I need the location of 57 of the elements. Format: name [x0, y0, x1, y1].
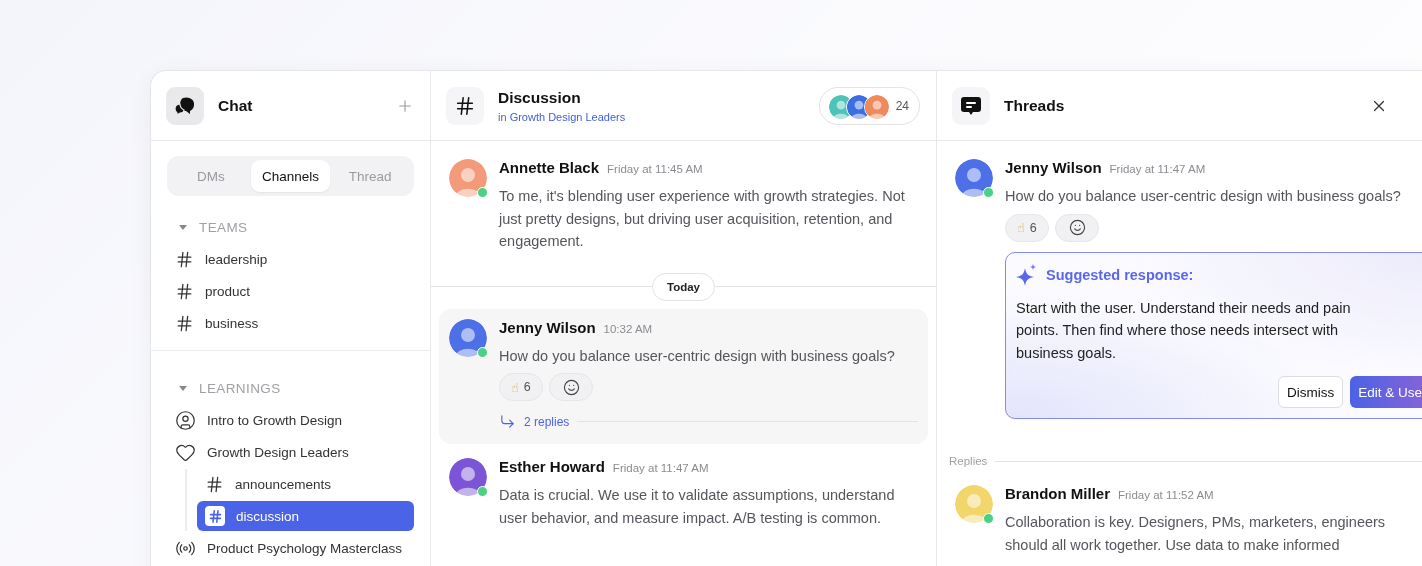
suggestion-title: Suggested response:	[1046, 266, 1194, 283]
caret-icon[interactable]	[179, 384, 187, 392]
hash-icon	[175, 313, 194, 333]
message-time: Friday at 11:47 AM	[1109, 163, 1206, 175]
sidebar-item[interactable]: discussion	[197, 501, 414, 531]
sidebar-item[interactable]: business	[167, 308, 414, 338]
reaction-button[interactable]: ☝ 6	[499, 373, 543, 401]
sidebar-item[interactable]: leadership	[167, 244, 414, 274]
message-text: How do you balance user-centric design with business goals?	[1005, 187, 1402, 206]
message-text: To me, it's blending user experience with growth strategies. Not just pretty designs, but driving user acquisition, retention, and engagement.	[499, 187, 906, 251]
replies-label: Replies	[949, 455, 988, 467]
message-text: How do you balance user-centric design with business goals?	[499, 346, 896, 366]
add-reaction-button[interactable]	[1055, 213, 1099, 242]
message-text: Data is crucial. We use it to validate assumptions, understand user behavior, and measure impact. A/B testing is common.	[499, 486, 896, 528]
author-name: Jenny Wilson	[1005, 159, 1102, 176]
smiley-icon	[1068, 219, 1086, 236]
sidebar-item[interactable]: announcements	[197, 469, 414, 499]
channel-icon-box	[446, 86, 484, 125]
section-title: TEAMS	[199, 219, 248, 235]
threads-icon-box	[952, 86, 990, 125]
channel-title: Discussion	[498, 88, 581, 106]
author-name: Annette Black	[499, 159, 600, 176]
replies-link[interactable]: 2 replies	[524, 414, 570, 429]
caret-icon[interactable]	[179, 223, 187, 231]
message-time: Friday at 11:47 AM	[612, 462, 709, 474]
community-link[interactable]: Growth Design Leaders	[509, 110, 626, 123]
add-reaction-button[interactable]	[549, 373, 593, 401]
sidebar-item[interactable]: Growth Design Leaders	[167, 437, 414, 467]
message-time: 10:32 AM	[603, 322, 653, 335]
hash-icon	[175, 281, 194, 301]
sidebar-item[interactable]: Product Psychology Masterclass	[167, 533, 414, 563]
suggestion-text: Start with the user. Understand their needs and pain points. Then find where those needs intersect with business goals.	[1016, 298, 1352, 363]
hash-icon	[205, 506, 225, 526]
message-time: Friday at 11:45 AM	[607, 163, 703, 175]
author-name: Brandon Miller	[1005, 485, 1110, 502]
date-divider-label: Today	[652, 272, 715, 301]
sidebar-item[interactable]: product	[167, 276, 414, 306]
reaction-button[interactable]: ☝ 6	[1005, 213, 1049, 242]
section-title: LEARNINGS	[199, 380, 281, 396]
hash-icon	[205, 474, 224, 494]
chat-logo	[166, 86, 204, 125]
panel-title: Threads	[1004, 96, 1065, 115]
author-name: Esther Howard	[499, 458, 605, 475]
channel-context: in Growth Design Leaders	[498, 110, 626, 123]
edit-use-button[interactable]: Edit & Use	[1350, 376, 1422, 408]
sparkle-icon	[1016, 263, 1038, 286]
tab[interactable]: Channels	[250, 160, 331, 192]
dismiss-button[interactable]: Dismiss	[1277, 376, 1344, 408]
smiley-icon	[562, 378, 580, 396]
hash-icon	[175, 249, 194, 269]
message-text: Collaboration is key. Designers, PMs, marketers, engineers should all work together. Use data to make informed	[1005, 513, 1387, 555]
author-name: Jenny Wilson	[499, 318, 596, 336]
reply-arrow-icon	[499, 413, 516, 430]
app-title: Chat	[218, 96, 253, 115]
user-circle-icon	[175, 409, 196, 431]
message-time: Friday at 11:52 AM	[1118, 489, 1214, 501]
sidebar-item[interactable]: Intro to Growth Design	[167, 405, 414, 435]
